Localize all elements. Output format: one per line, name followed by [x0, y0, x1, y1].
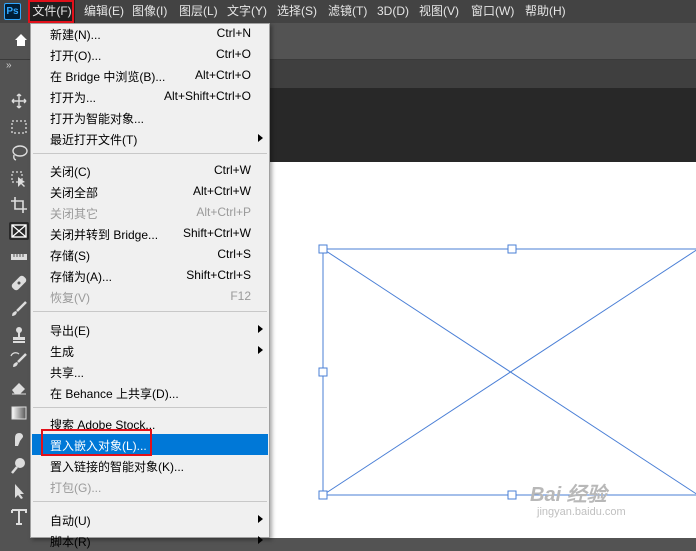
- menu-separator: [33, 311, 267, 312]
- transform-handle-middle-left[interactable]: [318, 367, 328, 377]
- object-selection-tool-icon[interactable]: [9, 170, 29, 188]
- menu-item-package: 打包(G)...: [50, 481, 102, 495]
- menu-separator: [33, 153, 267, 154]
- menu-window[interactable]: 窗口(W): [471, 0, 514, 23]
- menu-separator: [33, 407, 267, 408]
- menu-item-close[interactable]: 关闭(C) Ctrl+W: [32, 160, 268, 181]
- healing-brush-tool-icon[interactable]: [9, 274, 29, 292]
- menu-item-close-all[interactable]: 关闭全部 Alt+Ctrl+W: [32, 181, 268, 202]
- menu-item-search-adobe-stock[interactable]: 搜索 Adobe Stock...: [32, 413, 268, 434]
- menu-item-share-on-behance[interactable]: 在 Behance 上共享(D)...: [32, 382, 268, 403]
- home-icon[interactable]: [14, 33, 28, 47]
- menu-select[interactable]: 选择(S): [277, 0, 317, 23]
- brush-tool-icon[interactable]: [9, 300, 29, 318]
- transform-handle-top-center[interactable]: [507, 244, 517, 254]
- transform-handle-bottom-center[interactable]: [507, 490, 517, 500]
- menu-item-new[interactable]: 新建(N)... Ctrl+N: [32, 23, 268, 44]
- submenu-arrow-icon: [258, 515, 263, 523]
- clone-stamp-tool-icon[interactable]: [9, 326, 29, 344]
- menu-item-open-recent[interactable]: 最近打开文件(T): [32, 128, 268, 149]
- menu-item-close-others: 关闭其它 Alt+Ctrl+P: [50, 205, 251, 221]
- history-brush-tool-icon[interactable]: [9, 352, 29, 370]
- menu-item-automate[interactable]: 自动(U): [32, 509, 268, 530]
- collapse-panel-icon[interactable]: »: [6, 60, 12, 71]
- menu-filter[interactable]: 滤镜(T): [328, 0, 367, 23]
- move-tool-icon[interactable]: [9, 92, 29, 110]
- menu-item-open-as[interactable]: 打开为... Alt+Shift+Ctrl+O: [32, 86, 268, 107]
- document-canvas[interactable]: [268, 162, 696, 538]
- menu-item-share[interactable]: 共享...: [32, 361, 268, 382]
- menu-item-open-as-smart-object[interactable]: 打开为智能对象...: [32, 107, 268, 128]
- submenu-arrow-icon: [258, 536, 263, 544]
- menu-item-save[interactable]: 存储(S) Ctrl+S: [32, 244, 268, 265]
- transform-handle-bottom-left[interactable]: [318, 490, 328, 500]
- crop-tool-icon[interactable]: [9, 196, 29, 214]
- menu-item-browse-in-bridge[interactable]: 在 Bridge 中浏览(B)... Alt+Ctrl+O: [32, 65, 268, 86]
- submenu-arrow-icon: [258, 325, 263, 333]
- menu-file[interactable]: 文件(F): [29, 0, 75, 23]
- menu-bar: Ps 文件(F) 编辑(E) 图像(I) 图层(L) 文字(Y) 选择(S) 滤…: [0, 0, 696, 23]
- menu-item-save-as[interactable]: 存储为(A)... Shift+Ctrl+S: [32, 265, 268, 286]
- gradient-tool-icon[interactable]: [9, 404, 29, 422]
- menu-3d[interactable]: 3D(D): [377, 0, 409, 23]
- menu-item-open[interactable]: 打开(O)... Ctrl+O: [32, 44, 268, 65]
- menu-item-revert: 恢复(V) F12: [50, 289, 251, 305]
- transform-handle-top-left[interactable]: [318, 244, 328, 254]
- lasso-tool-icon[interactable]: [9, 144, 29, 162]
- menu-item-place-linked[interactable]: 置入链接的智能对象(K)...: [32, 455, 268, 476]
- ruler-tool-icon[interactable]: [9, 248, 29, 266]
- menu-item-place-embedded[interactable]: 置入嵌入对象(L)...: [32, 434, 268, 455]
- dodge-tool-icon[interactable]: [9, 456, 29, 474]
- menu-item-generate[interactable]: 生成: [32, 340, 268, 361]
- menu-item-export[interactable]: 导出(E): [32, 319, 268, 340]
- marquee-tool-icon[interactable]: [9, 118, 29, 136]
- photoshop-logo-icon: Ps: [4, 3, 21, 20]
- submenu-arrow-icon: [258, 346, 263, 354]
- submenu-arrow-icon: [258, 134, 263, 142]
- menu-view[interactable]: 视图(V): [419, 0, 459, 23]
- frame-tool-icon[interactable]: [9, 222, 29, 240]
- file-menu-dropdown: 新建(N)... Ctrl+N 打开(O)... Ctrl+O 在 Bridge 中…: [30, 23, 270, 549]
- placed-object-frame[interactable]: [268, 162, 696, 538]
- menu-separator: [33, 501, 267, 502]
- menu-item-close-and-go-to-bridge[interactable]: 关闭并转到 Bridge... Shift+Ctrl+W: [32, 223, 268, 244]
- menu-image[interactable]: 图像(I): [132, 0, 167, 23]
- menu-type[interactable]: 文字(Y): [227, 0, 267, 23]
- path-selection-tool-icon[interactable]: [9, 482, 29, 500]
- eraser-tool-icon[interactable]: [9, 378, 29, 396]
- menu-help[interactable]: 帮助(H): [525, 0, 566, 23]
- baidu-watermark-url: jingyan.baidu.com: [537, 506, 626, 518]
- baidu-watermark: Bai 经验: [530, 484, 607, 506]
- menu-item-scripts[interactable]: 脚本(R): [32, 530, 268, 551]
- menu-edit[interactable]: 编辑(E): [84, 0, 124, 23]
- type-tool-icon[interactable]: [9, 508, 29, 526]
- menu-layer[interactable]: 图层(L): [179, 0, 218, 23]
- smudge-tool-icon[interactable]: [9, 430, 29, 448]
